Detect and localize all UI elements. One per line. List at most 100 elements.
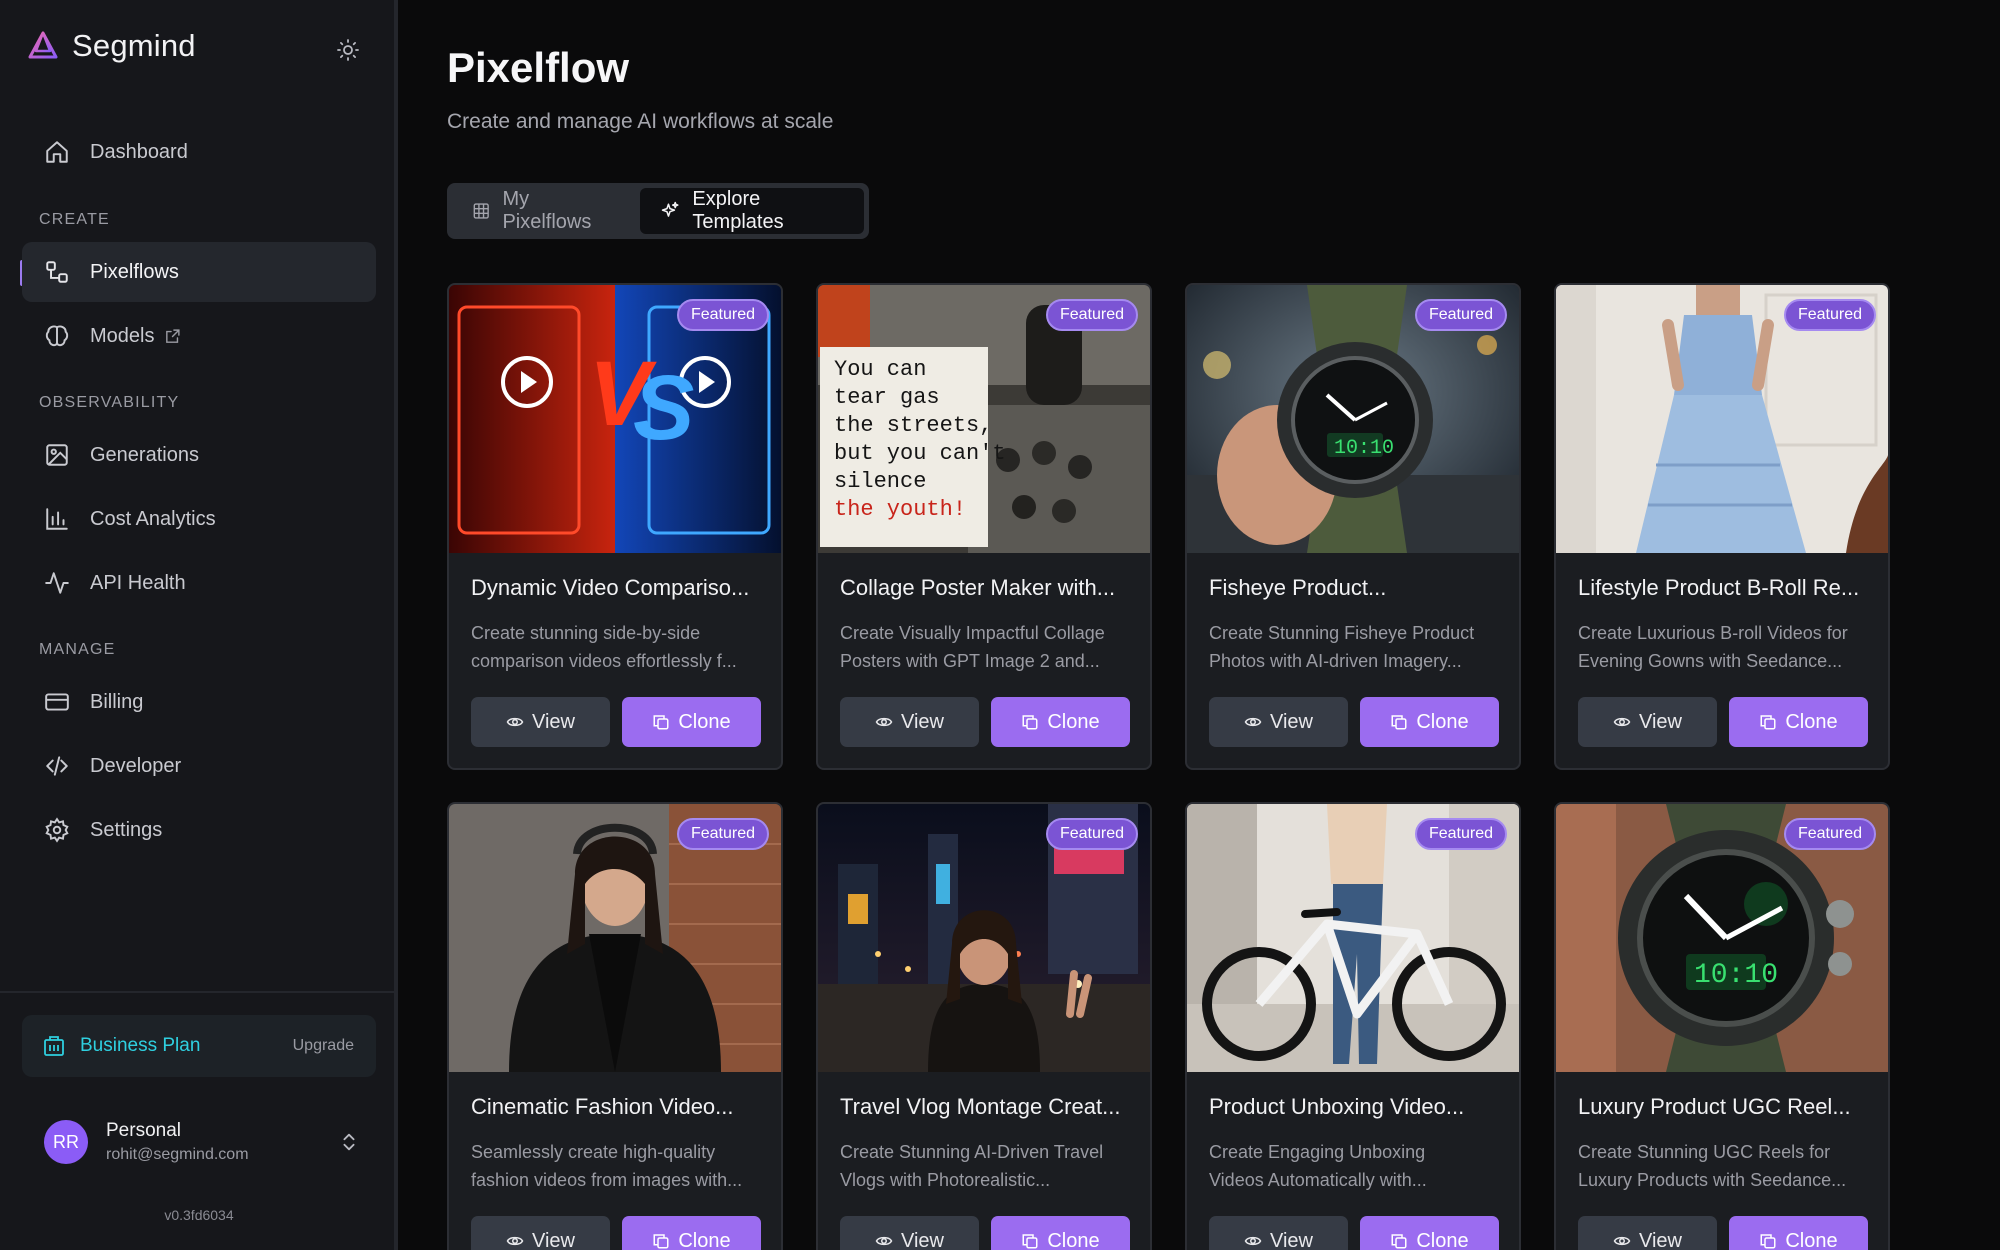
workflow-icon: [46, 261, 68, 283]
copy-icon: [1391, 1234, 1407, 1249]
copy-icon: [1022, 1234, 1038, 1249]
view-button[interactable]: View: [471, 697, 610, 747]
svg-text:the streets,: the streets,: [834, 413, 992, 438]
sidebar-item-developer[interactable]: Developer: [22, 736, 376, 796]
chevron-up-down-icon: [343, 1133, 355, 1151]
brain-icon: [45, 325, 69, 347]
sidebar-item-label: Pixelflows: [90, 260, 179, 283]
view-button[interactable]: View: [1578, 697, 1717, 747]
sidebar-item-settings[interactable]: Settings: [22, 800, 376, 860]
clone-button[interactable]: Clone: [1360, 1216, 1499, 1250]
code-icon: [46, 756, 68, 776]
featured-badge: Featured: [1045, 818, 1138, 850]
featured-badge: Featured: [1414, 818, 1507, 850]
template-card[interactable]: Featured Product Unboxing Video... Creat…: [1185, 802, 1521, 1250]
card-title: Cinematic Fashion Video...: [471, 1094, 734, 1119]
featured-badge: Featured: [1783, 299, 1876, 331]
user-name: Personal: [106, 1120, 181, 1141]
card-description: Create Stunning AI-Driven Travel Vlogs wi…: [840, 1142, 1104, 1190]
view-button[interactable]: View: [1209, 697, 1348, 747]
app-version: v0.3fd6034: [164, 1207, 234, 1223]
svg-text:10:10: 10:10: [1334, 437, 1394, 460]
activity-icon: [45, 572, 69, 594]
clone-button[interactable]: Clone: [1360, 697, 1499, 747]
view-button[interactable]: View: [1578, 1216, 1717, 1250]
card-description: Create Luxurious B-roll Videos for Evenin…: [1578, 623, 1848, 671]
card-title: Product Unboxing Video...: [1209, 1094, 1465, 1119]
sidebar-item-label: Cost Analytics: [90, 507, 216, 530]
template-card[interactable]: 10:10 Featured Fisheye Product... Create…: [1185, 283, 1521, 770]
copy-icon: [1391, 715, 1407, 730]
template-card[interactable]: Featured Cinematic Fashion Video... Seam…: [447, 802, 783, 1250]
page-title: Pixelflow: [447, 44, 630, 91]
svg-text:silence: silence: [834, 469, 926, 494]
eye-icon: [1244, 1236, 1262, 1246]
copy-icon: [1760, 715, 1776, 730]
bar-chart-icon: [46, 508, 68, 530]
section-header-observability: OBSERVABILITY: [39, 394, 180, 411]
clone-button[interactable]: Clone: [1729, 697, 1868, 747]
account-switcher[interactable]: RR Personal rohit@segmind.com: [44, 1116, 360, 1168]
clone-button[interactable]: Clone: [1729, 1216, 1868, 1250]
sidebar-item-label: Generations: [90, 443, 199, 466]
sun-icon: [337, 39, 359, 61]
segmind-logo-icon: [28, 31, 58, 59]
featured-badge: Featured: [676, 818, 769, 850]
card-description: Create Stunning UGC Reels for Luxury Prod…: [1578, 1142, 1847, 1190]
clone-button[interactable]: Clone: [622, 1216, 761, 1250]
sidebar-item-pixelflows[interactable]: Pixelflows: [22, 242, 376, 302]
view-button[interactable]: View: [1209, 1216, 1348, 1250]
sidebar-item-label: Models: [90, 324, 155, 347]
sidebar-item-billing[interactable]: Billing: [22, 672, 376, 732]
svg-text:the youth!: the youth!: [834, 497, 966, 522]
eye-icon: [506, 1236, 524, 1246]
view-button[interactable]: View: [840, 697, 979, 747]
card-title: Luxury Product UGC Reel...: [1578, 1094, 1851, 1119]
tab-label: My Pixelflows: [502, 188, 592, 233]
upgrade-button[interactable]: Upgrade: [293, 1037, 354, 1055]
view-tabs: My Pixelflows Explore Templates: [447, 183, 869, 239]
card-title: Travel Vlog Montage Creat...: [840, 1094, 1121, 1119]
template-card[interactable]: You can tear gas the streets, but you ca…: [816, 283, 1152, 770]
template-card[interactable]: Featured Lifestyle Product B-Roll Re... …: [1554, 283, 1890, 770]
copy-icon: [653, 715, 669, 730]
sidebar-item-label: Settings: [90, 818, 163, 841]
sidebar-item-label: Billing: [90, 690, 144, 713]
template-card[interactable]: V S Featured Dynamic Video Compariso... …: [447, 283, 783, 770]
brand-name: Segmind: [72, 28, 196, 63]
card-description: Create stunning side-by-side comparison v…: [471, 623, 737, 671]
clone-button[interactable]: Clone: [991, 697, 1130, 747]
sidebar-item-api-health[interactable]: API Health: [22, 553, 376, 613]
card-description: Seamlessly create high-quality fashion vi…: [471, 1142, 743, 1190]
page-subtitle: Create and manage AI workflows at scale: [447, 110, 834, 133]
brand[interactable]: Segmind: [26, 28, 196, 64]
eye-icon: [875, 1236, 893, 1246]
sidebar-item-cost-analytics[interactable]: Cost Analytics: [22, 489, 376, 549]
clone-button[interactable]: Clone: [991, 1216, 1130, 1250]
section-header-create: CREATE: [39, 211, 110, 228]
sidebar-item-dashboard[interactable]: Dashboard: [22, 122, 376, 182]
copy-icon: [653, 1234, 669, 1249]
home-icon: [46, 141, 68, 163]
tab-my-pixelflows[interactable]: My Pixelflows: [452, 188, 634, 234]
sidebar-item-generations[interactable]: Generations: [22, 425, 376, 485]
clone-button[interactable]: Clone: [622, 697, 761, 747]
sidebar-item-label: API Health: [90, 571, 186, 594]
sidebar: Segmind Dashboard CREATE Pixelflows Mode…: [0, 0, 398, 1250]
view-button[interactable]: View: [471, 1216, 610, 1250]
card-title: Dynamic Video Compariso...: [471, 575, 750, 600]
svg-text:10:10: 10:10: [1694, 960, 1778, 991]
tab-explore-templates[interactable]: Explore Templates: [640, 188, 864, 234]
credit-card-icon: [45, 693, 69, 711]
theme-toggle-button[interactable]: [334, 36, 362, 64]
sidebar-divider: [0, 991, 394, 993]
copy-icon: [1022, 715, 1038, 730]
sidebar-item-label: Dashboard: [90, 140, 188, 163]
template-card[interactable]: Featured Travel Vlog Montage Creat... Cr…: [816, 802, 1152, 1250]
template-card[interactable]: 10:10 Featured Luxury Product UGC Reel..…: [1554, 802, 1890, 1250]
user-email: rohit@segmind.com: [106, 1146, 249, 1163]
copy-icon: [1760, 1234, 1776, 1249]
view-button[interactable]: View: [840, 1216, 979, 1250]
featured-badge: Featured: [676, 299, 769, 331]
sidebar-item-models[interactable]: Models: [22, 306, 376, 366]
